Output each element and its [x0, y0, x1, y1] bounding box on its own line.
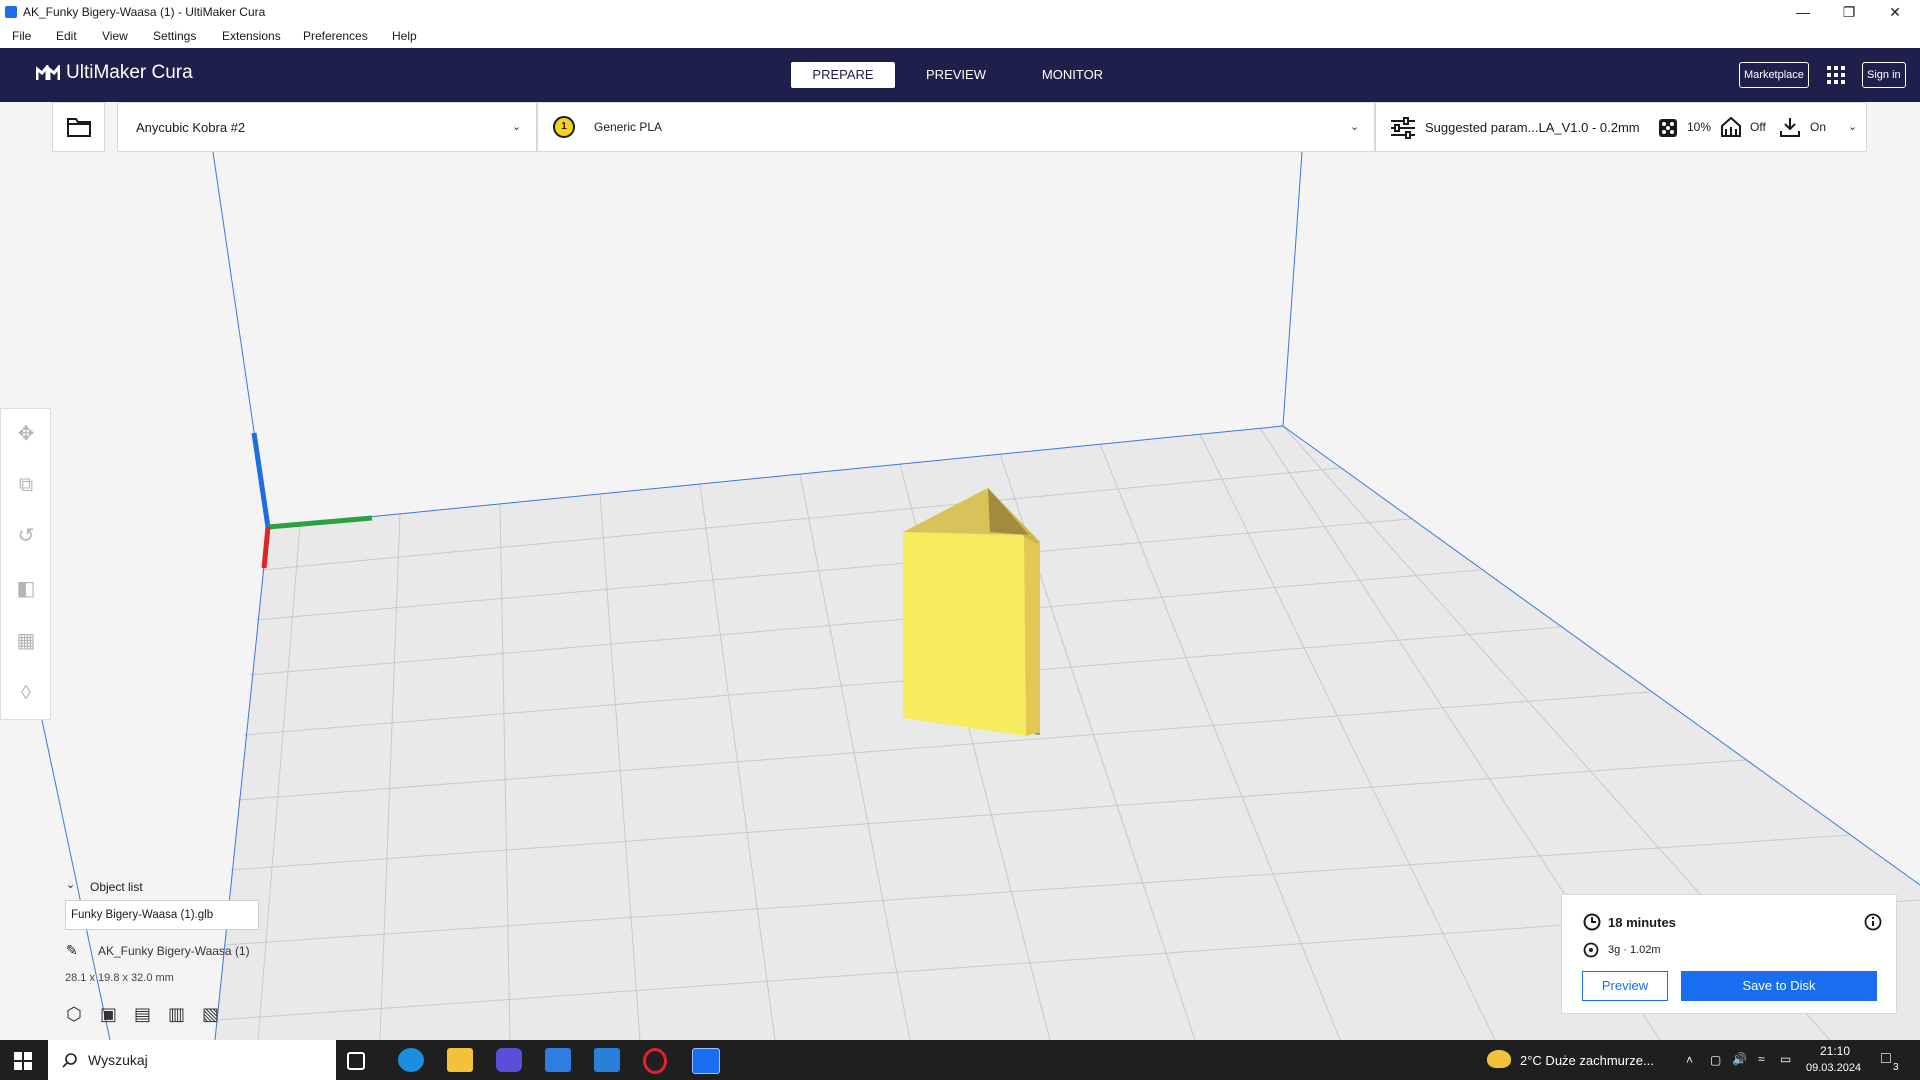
notifications-count: 3 — [1893, 1062, 1899, 1073]
task-view-icon[interactable] — [347, 1052, 365, 1070]
print-settings-selector[interactable]: Suggested param...LA_V1.0 - 0.2mm 10% Of… — [1375, 102, 1867, 152]
support-icon — [1721, 116, 1741, 137]
extruder-badge-icon: 1 — [553, 116, 575, 138]
material-name: Generic PLA — [594, 120, 663, 134]
tab-preview[interactable]: PREVIEW — [915, 62, 997, 88]
logo-text: UltiMaker Cura — [66, 62, 193, 83]
object-dimensions: 28.1 x 19.8 x 32.0 mm — [65, 972, 174, 984]
wifi-icon[interactable]: ≈ — [1758, 1052, 1765, 1066]
menu-preferences[interactable]: Preferences — [303, 29, 368, 43]
sign-in-button[interactable]: Sign in — [1862, 62, 1906, 88]
mail-icon[interactable] — [594, 1048, 620, 1072]
opera-browser-icon[interactable] — [643, 1048, 667, 1074]
view-top-icon[interactable]: ▤ — [134, 1004, 154, 1024]
profile-name: Suggested param...LA_V1.0 - 0.2mm — [1425, 120, 1640, 135]
printer-selector[interactable]: Anycubic Kobra #2 ⌄ — [117, 102, 537, 152]
print-summary-panel: 18 minutes 3g · 1.02m Preview Save to Di… — [1561, 894, 1897, 1014]
apps-grid-icon[interactable] — [1827, 66, 1845, 84]
pencil-icon[interactable]: ✎ — [66, 942, 78, 959]
adhesion-icon — [1780, 118, 1800, 137]
support-value: Off — [1750, 120, 1766, 134]
title-bar: AK_Funky Bigery-Waasa (1) - UltiMaker Cu… — [0, 0, 1920, 24]
ultimaker-logo-icon — [36, 65, 60, 80]
menu-edit[interactable]: Edit — [56, 29, 77, 43]
tab-monitor[interactable]: MONITOR — [1030, 62, 1115, 88]
view-left-icon[interactable]: ▥ — [168, 1004, 188, 1024]
chevron-down-icon: ⌄ — [1848, 121, 1858, 133]
menu-help[interactable]: Help — [392, 29, 417, 43]
infill-value: 10% — [1687, 120, 1712, 134]
ultimaker-logo: UltiMaker Cura — [36, 62, 193, 84]
rotate-tool-icon[interactable]: ↺ — [14, 524, 38, 548]
menu-view[interactable]: View — [102, 29, 128, 43]
preview-button[interactable]: Preview — [1582, 971, 1668, 1001]
chevron-down-icon: ⌄ — [512, 121, 522, 133]
weather-icon — [1487, 1050, 1511, 1068]
close-button[interactable]: ✕ — [1872, 0, 1918, 24]
support-blocker-icon[interactable]: ◊ — [14, 681, 38, 705]
search-placeholder: Wyszukaj — [88, 1052, 148, 1068]
view-front-icon[interactable]: ▣ — [100, 1004, 120, 1024]
search-icon — [62, 1053, 77, 1068]
weather-text[interactable]: 2°C Duże zachmurze... — [1520, 1053, 1654, 1068]
restore-button[interactable]: ❐ — [1826, 0, 1872, 24]
material-selector[interactable]: 1 Generic PLA ⌄ — [537, 102, 1375, 152]
clock-date[interactable]: 09.03.2024 — [1806, 1062, 1861, 1074]
chevron-up-icon[interactable]: ˄ — [1686, 1053, 1693, 1067]
store-icon[interactable] — [545, 1048, 571, 1072]
move-tool-icon[interactable]: ✥ — [14, 422, 38, 446]
tab-prepare[interactable]: PREPARE — [791, 62, 895, 88]
filament-spool-icon — [1583, 942, 1599, 958]
notifications-icon[interactable]: □ — [1881, 1050, 1891, 1068]
object-file-item[interactable]: Funky Bigery-Waasa (1).glb — [65, 900, 259, 930]
z-axis — [251, 432, 271, 528]
network-icon[interactable]: ▢ — [1710, 1053, 1721, 1067]
print-time: 18 minutes — [1608, 915, 1676, 930]
volume-icon[interactable]: 🔊 — [1732, 1052, 1747, 1066]
scale-tool-icon[interactable]: ⧉ — [14, 473, 38, 497]
windows-start-icon[interactable] — [14, 1052, 32, 1070]
view-right-icon[interactable]: ▧ — [202, 1004, 222, 1024]
view-3d-icon[interactable]: ⬡ — [66, 1004, 86, 1024]
left-toolbar: ✥ ⧉ ↺ ◧ ▦ ◊ — [0, 408, 51, 720]
windows-taskbar: Wyszukaj 2°C Duże zachmurze... ˄ ▢ 🔊 ≈ ▭… — [0, 1040, 1920, 1080]
adhesion-value: On — [1810, 120, 1827, 134]
chevron-down-icon[interactable]: ⌄ — [66, 878, 75, 891]
minimize-button[interactable]: — — [1780, 0, 1826, 24]
object-name: AK_Funky Bigery-Waasa (1) — [98, 944, 250, 958]
file-explorer-icon[interactable] — [447, 1048, 473, 1072]
infill-icon — [1659, 119, 1677, 137]
cura-app-icon — [5, 6, 17, 18]
save-to-disk-button[interactable]: Save to Disk — [1681, 971, 1877, 1001]
clock-time[interactable]: 21:10 — [1820, 1044, 1850, 1058]
settings-sliders-icon — [1391, 117, 1415, 139]
menu-bar: File Edit View Settings Extensions Prefe… — [0, 24, 1920, 48]
menu-settings[interactable]: Settings — [153, 29, 196, 43]
mirror-tool-icon[interactable]: ◧ — [14, 577, 38, 601]
material-usage: 3g · 1.02m — [1608, 944, 1661, 956]
model-triangular-prism[interactable] — [903, 488, 1040, 736]
menu-file[interactable]: File — [12, 29, 31, 43]
cura-taskbar-icon[interactable] — [692, 1048, 720, 1074]
battery-icon[interactable]: ▭ — [1780, 1052, 1791, 1066]
menu-extensions[interactable]: Extensions — [222, 29, 281, 43]
window-title: AK_Funky Bigery-Waasa (1) - UltiMaker Cu… — [23, 5, 266, 19]
per-model-settings-icon[interactable]: ▦ — [14, 629, 38, 653]
info-icon[interactable] — [1864, 913, 1882, 931]
clock-icon — [1583, 913, 1601, 931]
marketplace-button[interactable]: Marketplace — [1739, 62, 1809, 88]
app-header: UltiMaker Cura PREPARE PREVIEW MONITOR M… — [0, 48, 1920, 102]
app-icon[interactable] — [496, 1048, 522, 1072]
chevron-down-icon: ⌄ — [1350, 121, 1360, 133]
printer-name: Anycubic Kobra #2 — [136, 120, 246, 135]
taskbar-search[interactable]: Wyszukaj — [48, 1040, 336, 1080]
open-file-button[interactable] — [52, 102, 105, 152]
object-list-title[interactable]: Object list — [90, 880, 143, 894]
edge-browser-icon[interactable] — [398, 1048, 424, 1072]
folder-icon — [67, 118, 91, 137]
view-orientation-controls: ⬡ ▣ ▤ ▥ ▧ — [66, 1004, 222, 1024]
